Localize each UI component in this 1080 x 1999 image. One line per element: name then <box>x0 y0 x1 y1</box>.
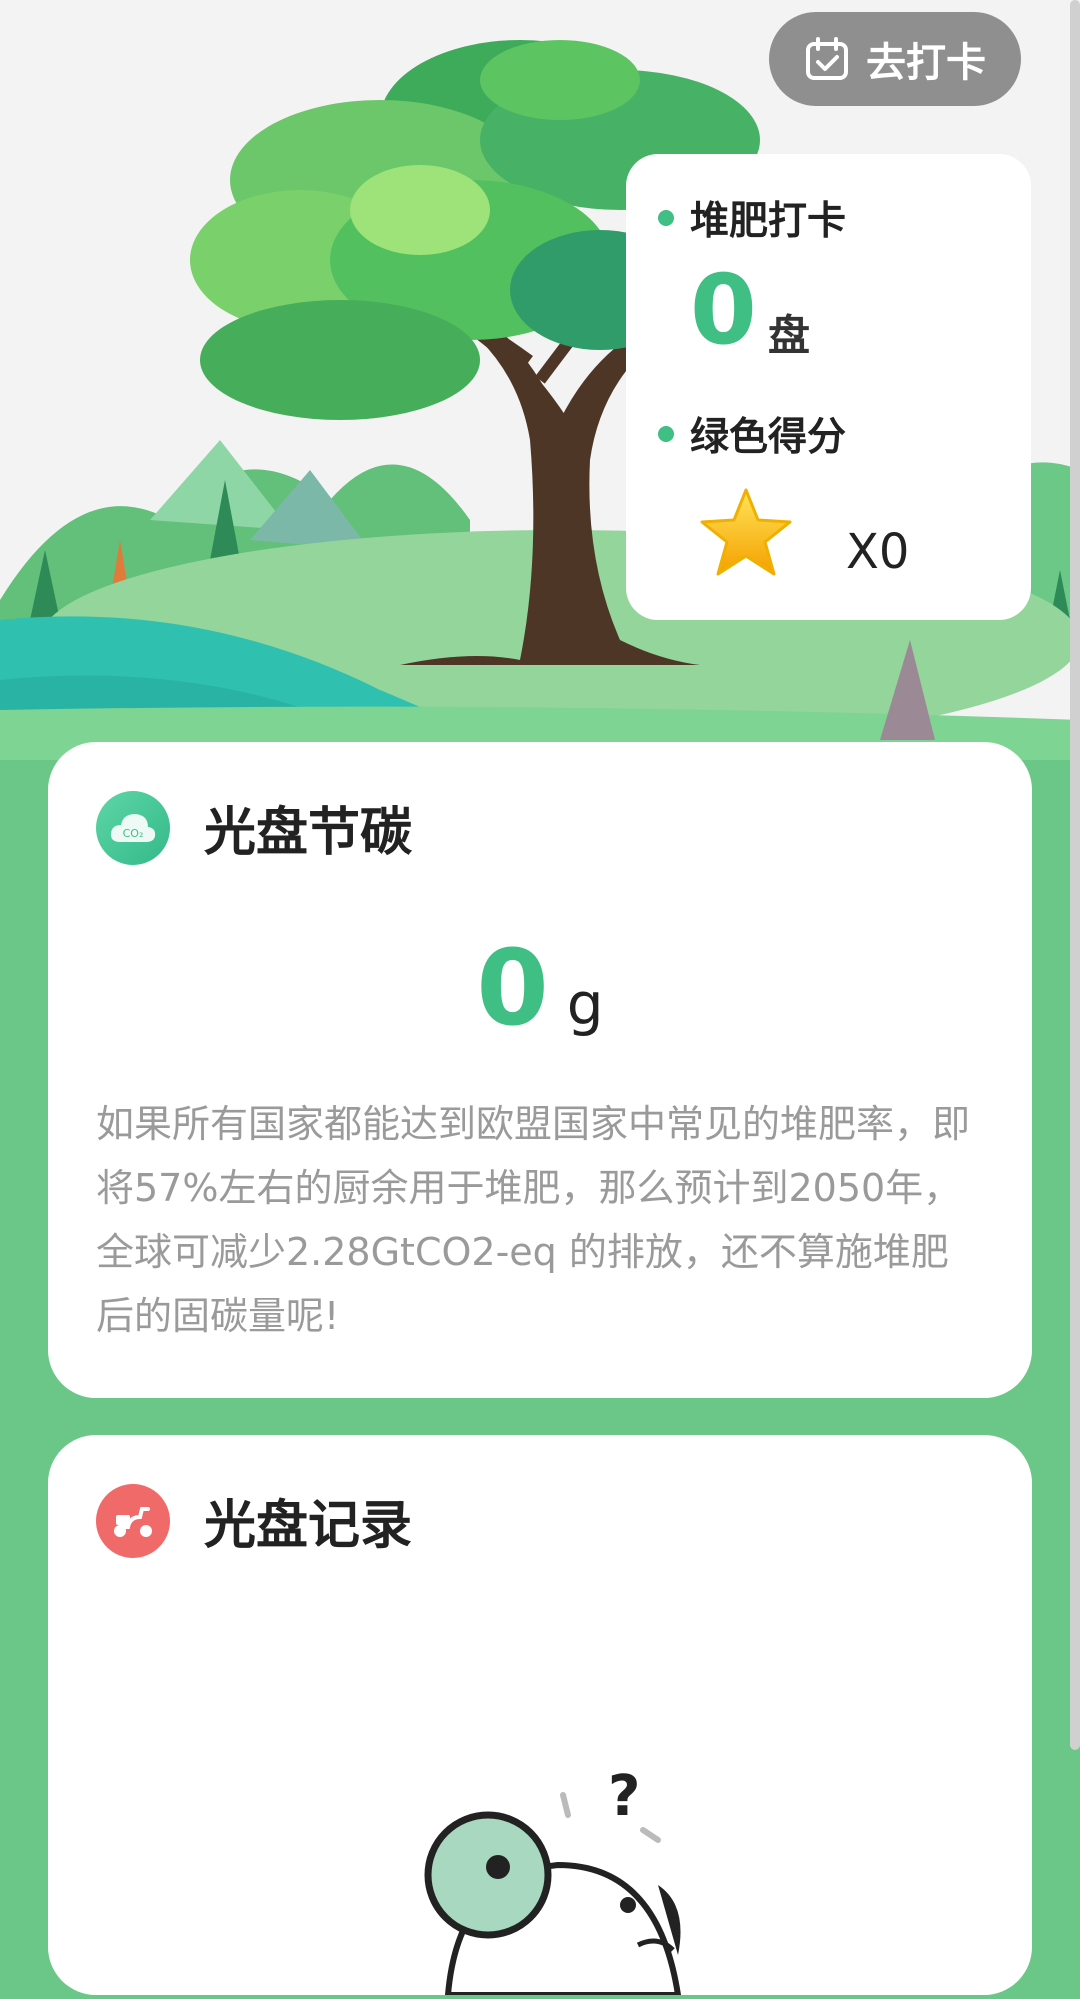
svg-text:?: ? <box>608 1764 640 1829</box>
green-score-value: X0 <box>846 524 910 580</box>
record-card-header: 光盘记录 <box>96 1483 412 1558</box>
stats-card: 堆肥打卡 0 盘 绿色得分 X0 <box>626 154 1031 620</box>
checkin-button[interactable]: 去打卡 <box>769 12 1021 106</box>
compost-count: 0 <box>690 254 757 366</box>
bullet-dot <box>658 426 674 442</box>
carbon-value-unit: g <box>566 970 604 1038</box>
green-score-heading: 绿色得分 <box>658 406 846 462</box>
plate-record-card: 光盘记录 ? <box>48 1435 1032 1998</box>
compost-checkin-title: 堆肥打卡 <box>690 199 847 244</box>
carbon-card-header: CO₂ 光盘节碳 <box>96 790 412 865</box>
carbon-saving-card: CO₂ 光盘节碳 0g 如果所有国家都能达到欧盟国家中常见的堆肥率，即将57%左… <box>48 742 1032 1398</box>
carbon-value-number: 0 <box>476 927 549 1049</box>
co2-cloud-icon: CO₂ <box>96 790 170 865</box>
star-icon <box>696 484 796 584</box>
green-score-title: 绿色得分 <box>690 415 847 460</box>
compost-unit: 盘 <box>768 311 811 360</box>
empty-state-illustration: ? <box>388 1755 708 1998</box>
calendar-check-icon <box>804 36 850 82</box>
bullet-dot <box>658 210 674 226</box>
svg-text:CO₂: CO₂ <box>123 827 144 840</box>
carbon-card-title: 光盘节碳 <box>204 803 413 863</box>
carbon-description: 如果所有国家都能达到欧盟国家中常见的堆肥率，即将57%左右的厨余用于堆肥，那么预… <box>96 1102 971 1338</box>
record-card-title: 光盘记录 <box>204 1496 413 1556</box>
scooter-icon <box>96 1483 170 1558</box>
compost-checkin-heading: 堆肥打卡 <box>658 190 846 246</box>
carbon-value: 0g <box>48 927 1032 1049</box>
checkin-label: 去打卡 <box>866 40 986 86</box>
scrollbar[interactable] <box>1070 0 1080 1750</box>
